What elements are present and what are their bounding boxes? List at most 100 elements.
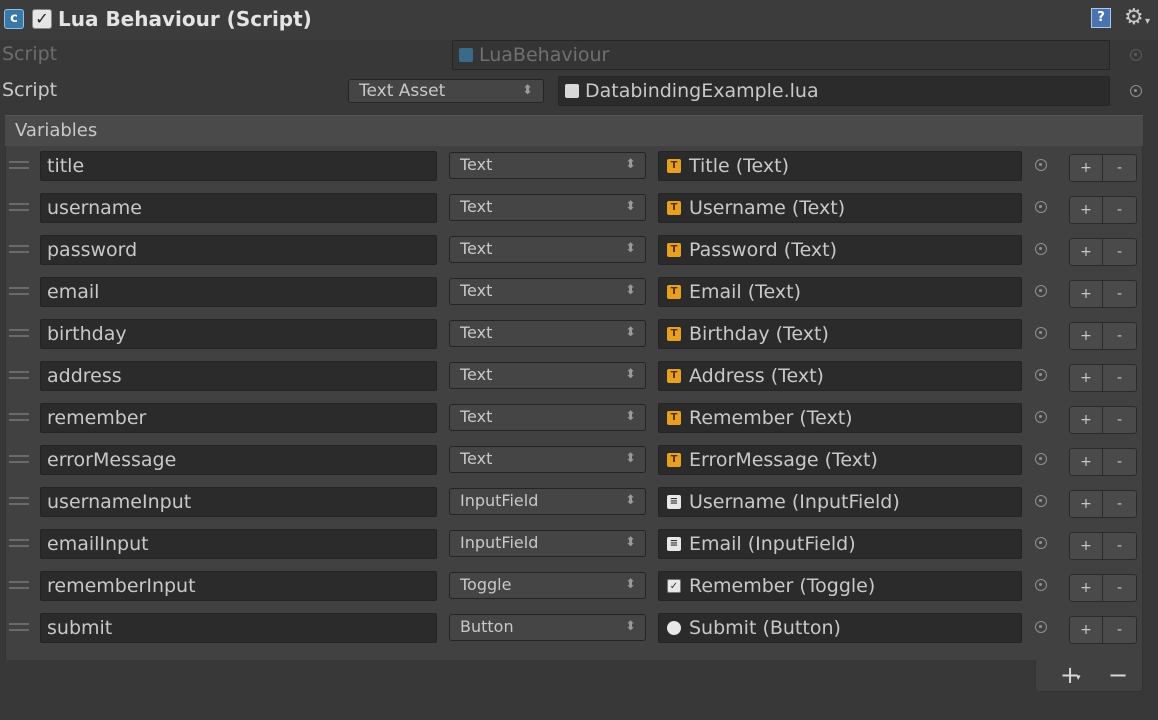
object-picker-icon[interactable] [1035,621,1047,633]
drag-handle-icon[interactable] [9,287,29,295]
delete-row-button[interactable]: - [1103,364,1137,392]
object-picker-icon[interactable] [1035,579,1047,591]
variable-object-field[interactable]: ✓ Remember (Toggle) [658,571,1022,601]
delete-row-button[interactable]: - [1103,448,1137,476]
variable-name-input[interactable]: rememberInput [40,571,437,601]
delete-row-button[interactable]: - [1103,322,1137,350]
insert-row-button[interactable]: + [1069,532,1103,560]
variable-type-dropdown[interactable]: Text ⬍ [449,236,646,263]
variable-type-dropdown[interactable]: Text ⬍ [449,404,646,431]
script-ref-field: LuaBehaviour [452,40,1110,70]
variable-name-input[interactable]: title [40,151,437,181]
delete-row-button[interactable]: - [1103,154,1137,182]
drag-handle-icon[interactable] [9,539,29,547]
variable-type-dropdown[interactable]: Button ⬍ [449,614,646,641]
variable-object-field[interactable]: T Birthday (Text) [658,319,1022,349]
drag-handle-icon[interactable] [9,623,29,631]
variable-type-dropdown[interactable]: Text ⬍ [449,446,646,473]
delete-row-button[interactable]: - [1103,532,1137,560]
script-file-picker-icon[interactable] [1130,85,1142,97]
component-title[interactable]: Lua Behaviour (Script) [58,7,312,31]
insert-row-button[interactable]: + [1069,154,1103,182]
variable-object-field[interactable]: T Email (Text) [658,277,1022,307]
dropdown-caret-icon: ⬍ [625,283,636,298]
variable-object-field[interactable]: T Title (Text) [658,151,1022,181]
delete-row-button[interactable]: - [1103,616,1137,644]
table-row: emailInput InputField ⬍ ≡ Email (InputField)… [5,525,1143,561]
drag-handle-icon[interactable] [9,203,29,211]
variable-name-input[interactable]: birthday [40,319,437,349]
enabled-checkbox[interactable]: ✓ [32,9,52,29]
drag-handle-icon[interactable] [9,581,29,589]
help-icon[interactable]: ? [1091,8,1111,28]
variable-name-input[interactable]: remember [40,403,437,433]
object-picker-icon[interactable] [1035,327,1047,339]
dropdown-caret-icon: ⬍ [625,325,636,340]
variable-name-input[interactable]: password [40,235,437,265]
object-picker-icon[interactable] [1035,285,1047,297]
insert-row-button[interactable]: + [1069,196,1103,224]
variable-type-dropdown[interactable]: Text ⬍ [449,152,646,179]
delete-row-button[interactable]: - [1103,196,1137,224]
variable-name-input[interactable]: address [40,361,437,391]
script-mode-dropdown[interactable]: Text Asset ⬍ [348,79,544,103]
variable-name-input[interactable]: emailInput [40,529,437,559]
object-picker-icon[interactable] [1035,369,1047,381]
variable-type-dropdown[interactable]: Text ⬍ [449,194,646,221]
object-picker-icon[interactable] [1035,243,1047,255]
variable-object-field[interactable]: T Address (Text) [658,361,1022,391]
variable-type-dropdown[interactable]: Text ⬍ [449,362,646,389]
drag-handle-icon[interactable] [9,497,29,505]
dropdown-caret-icon: ⬍ [625,493,636,508]
gear-icon[interactable]: ⚙ [1124,5,1144,30]
script-file-field[interactable]: DatabindingExample.lua [558,76,1110,106]
drag-handle-icon[interactable] [9,371,29,379]
variable-object-field[interactable]: T Remember (Text) [658,403,1022,433]
variable-name-input[interactable]: submit [40,613,437,643]
drag-handle-icon[interactable] [9,455,29,463]
drag-handle-icon[interactable] [9,329,29,337]
insert-row-button[interactable]: + [1069,364,1103,392]
delete-row-button[interactable]: - [1103,490,1137,518]
variable-object-field[interactable]: ≡ Email (InputField) [658,529,1022,559]
insert-row-button[interactable]: + [1069,490,1103,518]
insert-row-button[interactable]: + [1069,322,1103,350]
variable-name-input[interactable]: email [40,277,437,307]
drag-handle-icon[interactable] [9,161,29,169]
variable-type-dropdown[interactable]: InputField ⬍ [449,530,646,557]
variable-type-dropdown[interactable]: Text ⬍ [449,278,646,305]
remove-variable-button[interactable]: − [1108,661,1128,689]
object-picker-icon[interactable] [1035,453,1047,465]
object-picker-icon[interactable] [1035,495,1047,507]
variable-object-field[interactable]: ≡ Username (InputField) [658,487,1022,517]
variable-object-field[interactable]: Submit (Button) [658,613,1022,643]
dropdown-caret-icon: ⬍ [625,619,636,634]
variable-type-dropdown[interactable]: Text ⬍ [449,320,646,347]
variable-name-input[interactable]: usernameInput [40,487,437,517]
insert-row-button[interactable]: + [1069,574,1103,602]
variable-object-field[interactable]: T ErrorMessage (Text) [658,445,1022,475]
insert-row-button[interactable]: + [1069,616,1103,644]
delete-row-button[interactable]: - [1103,574,1137,602]
text-icon: T [667,369,681,383]
delete-row-button[interactable]: - [1103,406,1137,434]
delete-row-button[interactable]: - [1103,280,1137,308]
variable-object-field[interactable]: T Password (Text) [658,235,1022,265]
delete-row-button[interactable]: - [1103,238,1137,266]
object-picker-icon[interactable] [1035,537,1047,549]
insert-row-button[interactable]: + [1069,280,1103,308]
variable-type-dropdown[interactable]: InputField ⬍ [449,488,646,515]
drag-handle-icon[interactable] [9,245,29,253]
variable-type-dropdown[interactable]: Toggle ⬍ [449,572,646,599]
drag-handle-icon[interactable] [9,413,29,421]
object-picker-icon[interactable] [1035,201,1047,213]
object-picker-icon[interactable] [1035,159,1047,171]
script-ref-picker-icon [1130,49,1142,61]
variable-object-field[interactable]: T Username (Text) [658,193,1022,223]
insert-row-button[interactable]: + [1069,448,1103,476]
object-picker-icon[interactable] [1035,411,1047,423]
insert-row-button[interactable]: + [1069,406,1103,434]
variable-name-input[interactable]: errorMessage [40,445,437,475]
insert-row-button[interactable]: + [1069,238,1103,266]
variable-name-input[interactable]: username [40,193,437,223]
